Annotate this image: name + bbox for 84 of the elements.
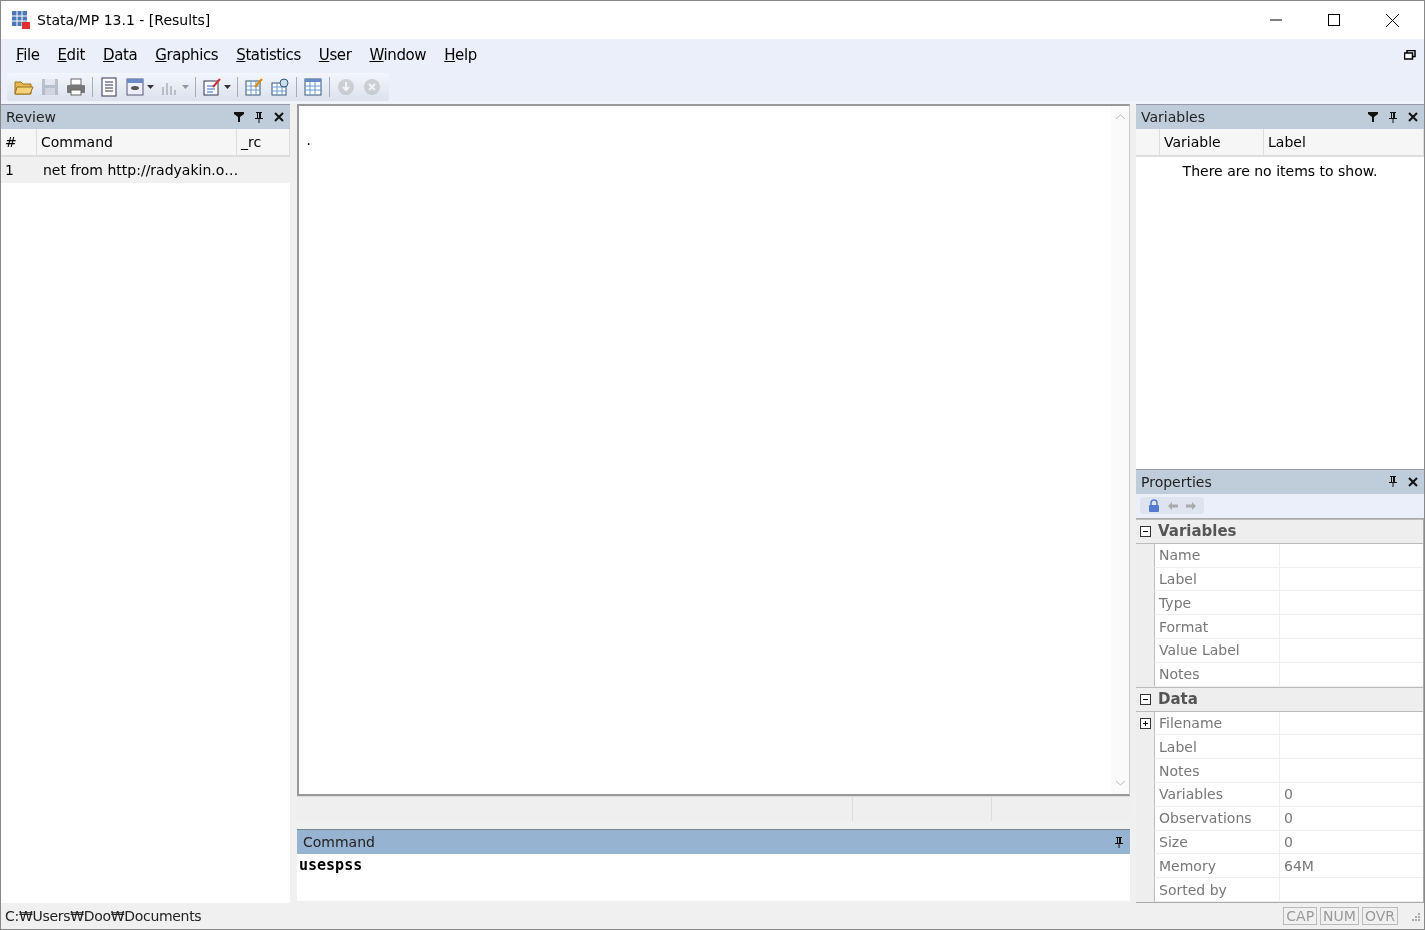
empty-message: There are no items to show. — [1182, 163, 1378, 179]
pin-icon[interactable] — [254, 111, 264, 123]
lock-icon[interactable] — [1148, 499, 1160, 513]
filter-icon[interactable] — [1368, 112, 1378, 122]
property-row[interactable]: Sorted by — [1136, 878, 1423, 902]
menu-item[interactable]: Help — [435, 46, 486, 64]
property-label: Notes — [1159, 762, 1200, 779]
property-row[interactable]: Value Label — [1136, 639, 1423, 663]
row-number: 1 — [4, 162, 15, 178]
caret-icon[interactable] — [147, 85, 154, 89]
property-row[interactable]: Memory 64M — [1136, 854, 1423, 879]
panel-title: Properties — [1141, 473, 1212, 490]
property-label: Memory — [1159, 857, 1216, 874]
property-label: Label — [1159, 738, 1197, 755]
command-input[interactable]: usespss — [297, 854, 1130, 901]
status-path: C:₩Users₩Doo₩Documents — [5, 908, 202, 924]
collapse-toggle-icon[interactable] — [1140, 693, 1151, 705]
property-row[interactable]: Format — [1136, 615, 1423, 640]
panel-title: Review — [6, 109, 56, 125]
close-icon[interactable] — [1386, 13, 1399, 27]
property-label: Sorted by — [1159, 881, 1227, 898]
pin-icon[interactable] — [1388, 111, 1398, 123]
column-header[interactable]: Variable — [1160, 129, 1264, 155]
menu-item[interactable]: Graphics — [146, 46, 228, 64]
section-title: Data — [1158, 690, 1198, 709]
column-header[interactable]: _rc — [237, 129, 290, 155]
command-text: net from http://radyakin.o… — [42, 162, 240, 178]
property-label: Name — [1159, 547, 1201, 564]
app-grid-icon — [11, 10, 31, 30]
property-label: Observations — [1159, 810, 1252, 827]
property-label: Size — [1159, 834, 1188, 850]
menu-item[interactable]: File — [7, 46, 49, 64]
property-value: 0 — [1284, 810, 1293, 827]
property-row[interactable]: Notes — [1136, 759, 1423, 783]
restore-icon[interactable] — [1404, 50, 1416, 60]
caret-icon[interactable] — [224, 85, 231, 89]
resize-grip-icon[interactable] — [1410, 911, 1420, 921]
results-text: . — [305, 134, 313, 148]
property-row[interactable]: Type — [1136, 591, 1423, 616]
menu-item[interactable]: User — [309, 46, 361, 64]
review-row[interactable]: 1 net from http://radyakin.o… — [1, 157, 290, 183]
property-label: Variables — [1159, 786, 1223, 803]
property-value: 0 — [1284, 834, 1293, 850]
property-row[interactable]: Label — [1136, 567, 1423, 592]
property-label: Format — [1159, 618, 1209, 635]
collapse-toggle-icon[interactable] — [1140, 525, 1151, 537]
column-header[interactable]: Label — [1264, 129, 1424, 155]
property-row[interactable]: Observations 0 — [1136, 806, 1423, 831]
window-title: Stata/MP 13.1 - [Results] — [37, 12, 211, 28]
property-label: Notes — [1159, 666, 1200, 683]
maximize-icon[interactable] — [1328, 14, 1340, 26]
property-row[interactable]: Notes — [1136, 662, 1423, 687]
property-row[interactable]: Size 0 — [1136, 830, 1423, 855]
menu-item[interactable]: Statistics — [227, 46, 310, 64]
status-indicator: NUM — [1320, 907, 1359, 925]
expand-toggle-icon[interactable] — [1139, 718, 1151, 729]
property-label: Type — [1159, 594, 1192, 611]
section-title: Variables — [1158, 522, 1237, 541]
panel-title: Command — [303, 834, 375, 850]
property-label: Value Label — [1159, 642, 1240, 659]
menu-item[interactable]: Window — [360, 46, 436, 64]
column-header[interactable]: Command — [37, 129, 237, 155]
status-indicator: CAP — [1283, 907, 1318, 925]
close-icon[interactable] — [1408, 476, 1418, 487]
close-icon[interactable] — [274, 112, 284, 122]
property-value: 0 — [1284, 786, 1293, 803]
menu-item[interactable]: Edit — [48, 46, 94, 64]
filter-icon[interactable] — [234, 112, 244, 122]
pin-icon[interactable] — [1388, 476, 1398, 488]
property-row[interactable]: Variables 0 — [1136, 783, 1423, 807]
property-row[interactable]: Name — [1136, 543, 1423, 568]
pin-icon[interactable] — [1114, 836, 1124, 848]
property-value: 64M — [1284, 857, 1314, 874]
status-indicator: OVR — [1361, 907, 1398, 925]
property-label: Label — [1159, 571, 1197, 588]
panel-title: Variables — [1141, 109, 1205, 125]
window-eye-icon[interactable] — [125, 77, 145, 97]
property-label: Filename — [1159, 715, 1223, 731]
menu-item[interactable]: Data — [93, 46, 147, 64]
column-header[interactable]: # — [1, 129, 37, 155]
document-pencil-icon[interactable] — [202, 77, 222, 97]
close-icon[interactable] — [1408, 112, 1418, 122]
property-row[interactable]: Filename — [1136, 711, 1423, 736]
property-row[interactable]: Label — [1136, 735, 1423, 760]
